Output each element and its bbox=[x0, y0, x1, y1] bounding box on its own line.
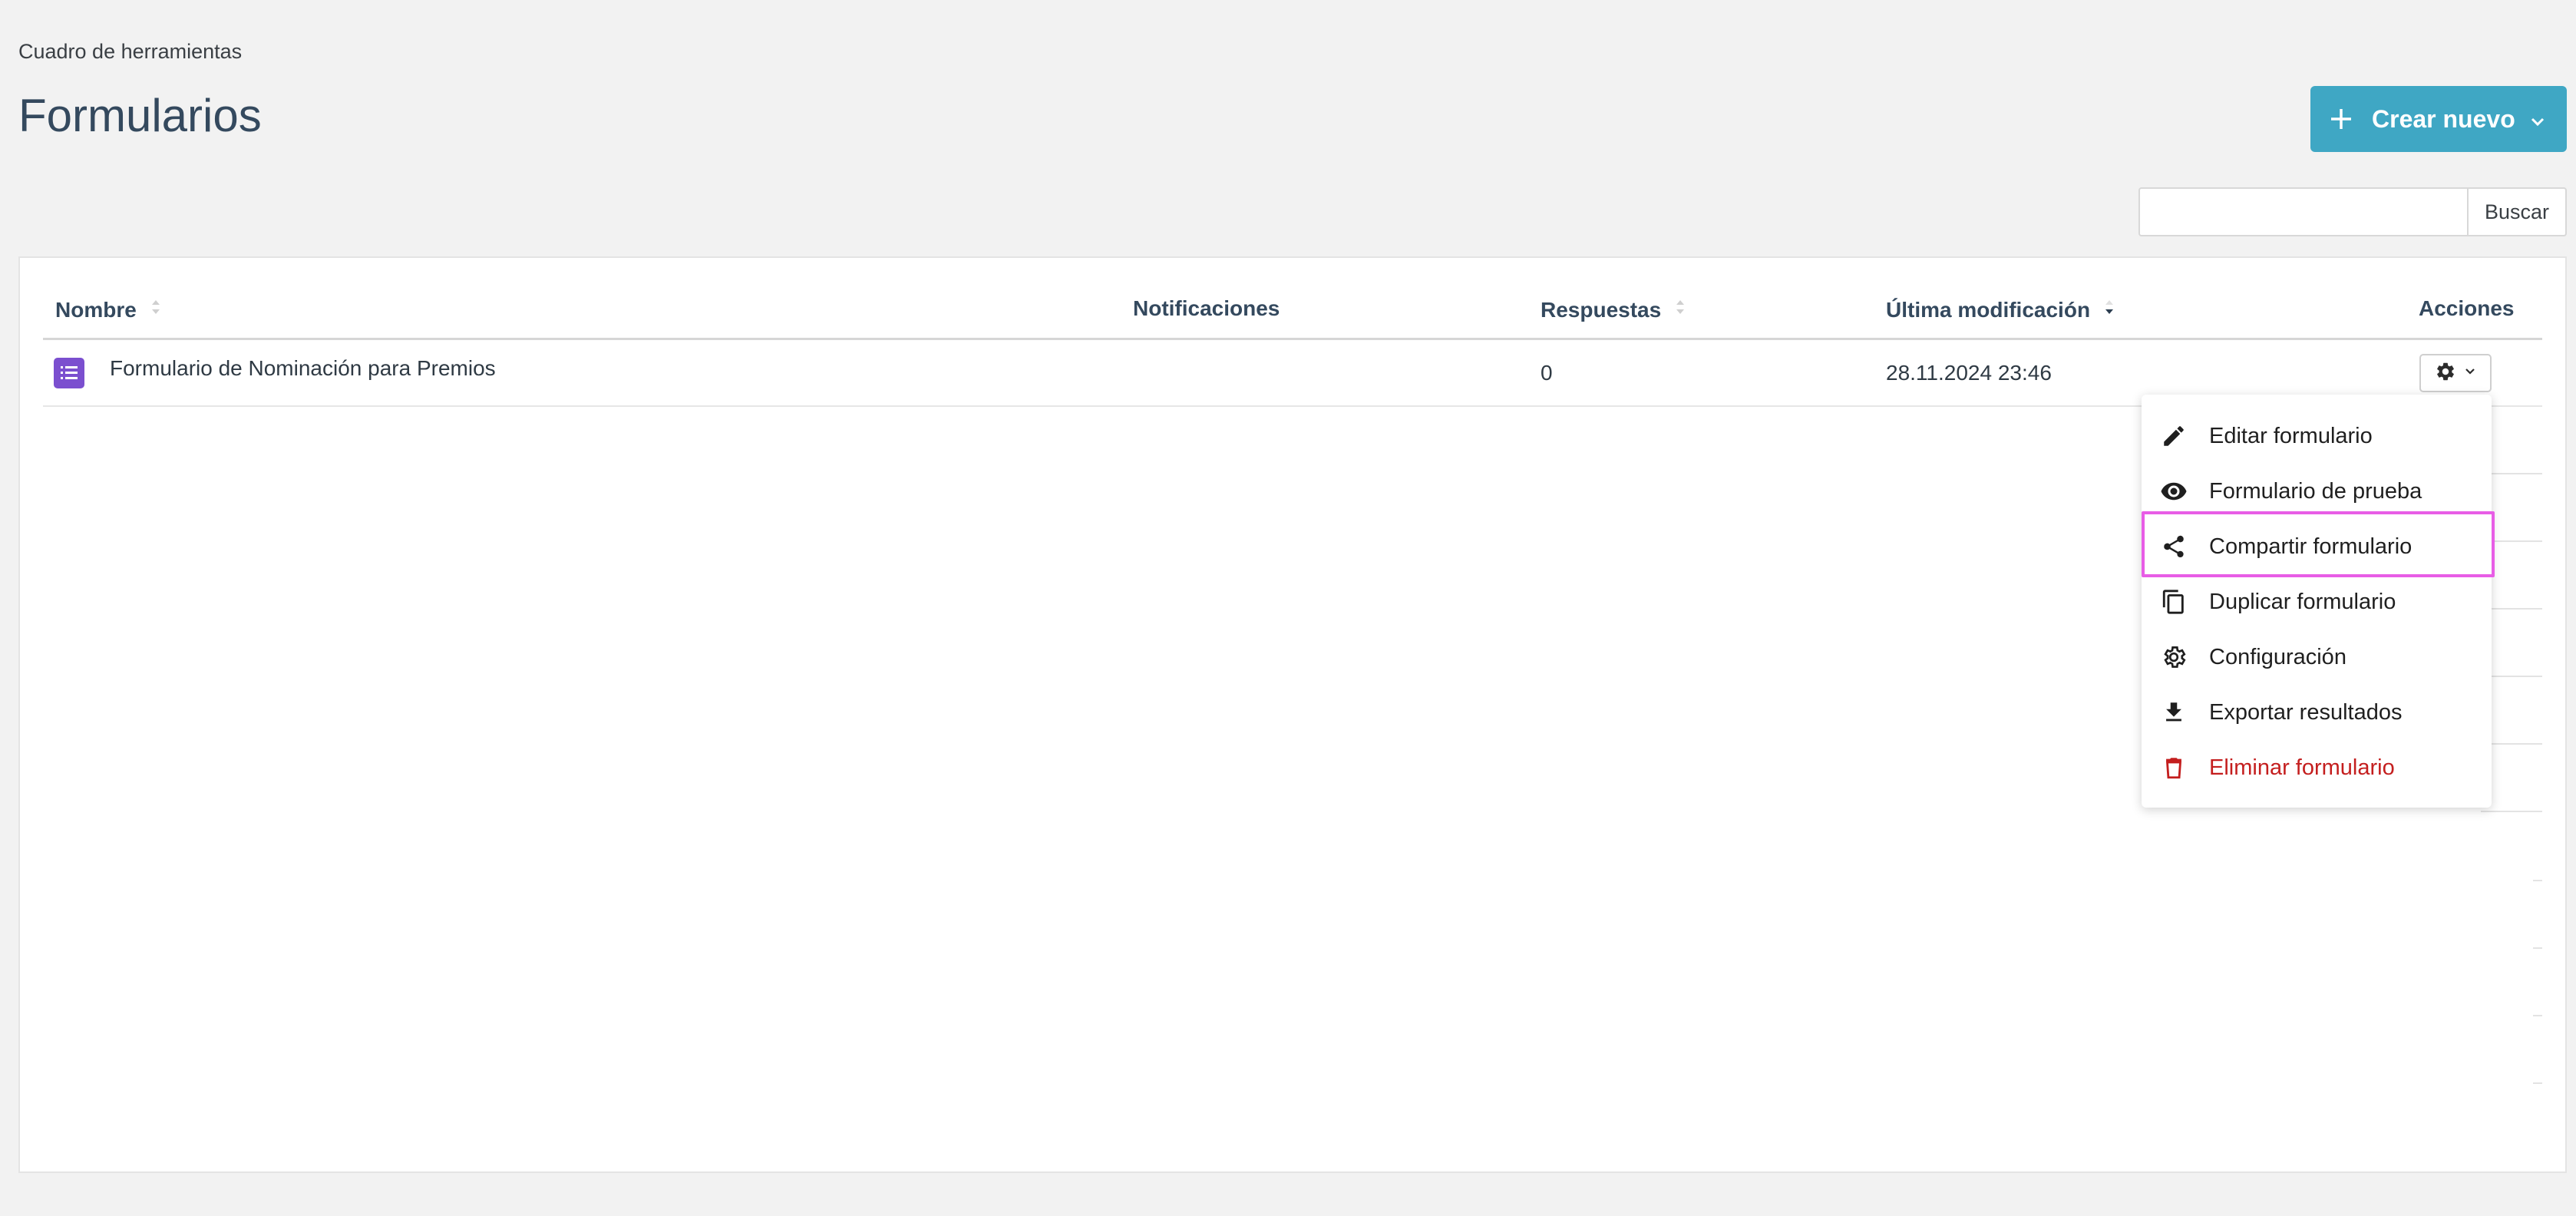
row-divider-stub bbox=[2533, 1082, 2542, 1084]
menu-item-duplicate-form[interactable]: Duplicar formulario bbox=[2142, 574, 2492, 629]
form-name-link[interactable]: Formulario de Nominación para Premios bbox=[110, 356, 496, 381]
gear-icon bbox=[2158, 642, 2189, 672]
table-header-divider bbox=[43, 338, 2542, 340]
responses-count: 0 bbox=[1541, 361, 1553, 385]
actions-gear-button[interactable] bbox=[2419, 354, 2492, 392]
search-field[interactable] bbox=[2138, 187, 2467, 236]
trash-icon bbox=[2158, 752, 2189, 783]
sort-desc-icon bbox=[2104, 296, 2115, 323]
form-list-icon bbox=[54, 358, 84, 388]
menu-item-edit-form[interactable]: Editar formulario bbox=[2142, 408, 2492, 464]
row-divider-stub bbox=[2533, 1015, 2542, 1016]
gear-icon bbox=[2435, 361, 2456, 386]
row-divider-stub bbox=[2481, 811, 2542, 812]
create-new-button[interactable]: Crear nuevo bbox=[2310, 86, 2567, 152]
create-new-label: Crear nuevo bbox=[2372, 104, 2515, 133]
chevron-down-icon bbox=[2464, 365, 2476, 382]
sort-icon bbox=[1675, 296, 1686, 323]
highlight-box bbox=[2142, 511, 2495, 577]
menu-item-settings[interactable]: Configuración bbox=[2142, 629, 2492, 685]
row-divider-stub bbox=[2533, 880, 2542, 881]
column-header-modified[interactable]: Última modificación bbox=[1886, 296, 2115, 323]
modified-date: 28.11.2024 23:46 bbox=[1886, 361, 2052, 385]
eye-icon bbox=[2158, 476, 2189, 507]
chevron-down-icon[interactable] bbox=[2528, 109, 2547, 137]
column-header-actions: Acciones bbox=[2419, 296, 2515, 320]
plus-icon bbox=[2310, 107, 2372, 131]
search-button[interactable]: Buscar bbox=[2467, 187, 2567, 236]
menu-item-delete-form[interactable]: Eliminar formulario bbox=[2142, 740, 2492, 795]
breadcrumb[interactable]: Cuadro de herramientas bbox=[18, 40, 242, 64]
pencil-icon bbox=[2158, 421, 2189, 451]
sort-icon bbox=[150, 296, 161, 323]
copy-icon bbox=[2158, 587, 2189, 617]
actions-dropdown-menu: Editar formulario Formulario de prueba C… bbox=[2142, 395, 2492, 808]
column-header-notifications: Notificaciones bbox=[1133, 296, 1280, 320]
column-header-name[interactable]: Nombre bbox=[55, 296, 161, 323]
search-input[interactable] bbox=[2140, 189, 2467, 235]
row-divider-stub bbox=[2533, 947, 2542, 949]
download-icon bbox=[2158, 697, 2189, 728]
page-title: Formularios bbox=[18, 90, 262, 141]
menu-item-export-results[interactable]: Exportar resultados bbox=[2142, 685, 2492, 740]
column-header-responses[interactable]: Respuestas bbox=[1541, 296, 1686, 323]
